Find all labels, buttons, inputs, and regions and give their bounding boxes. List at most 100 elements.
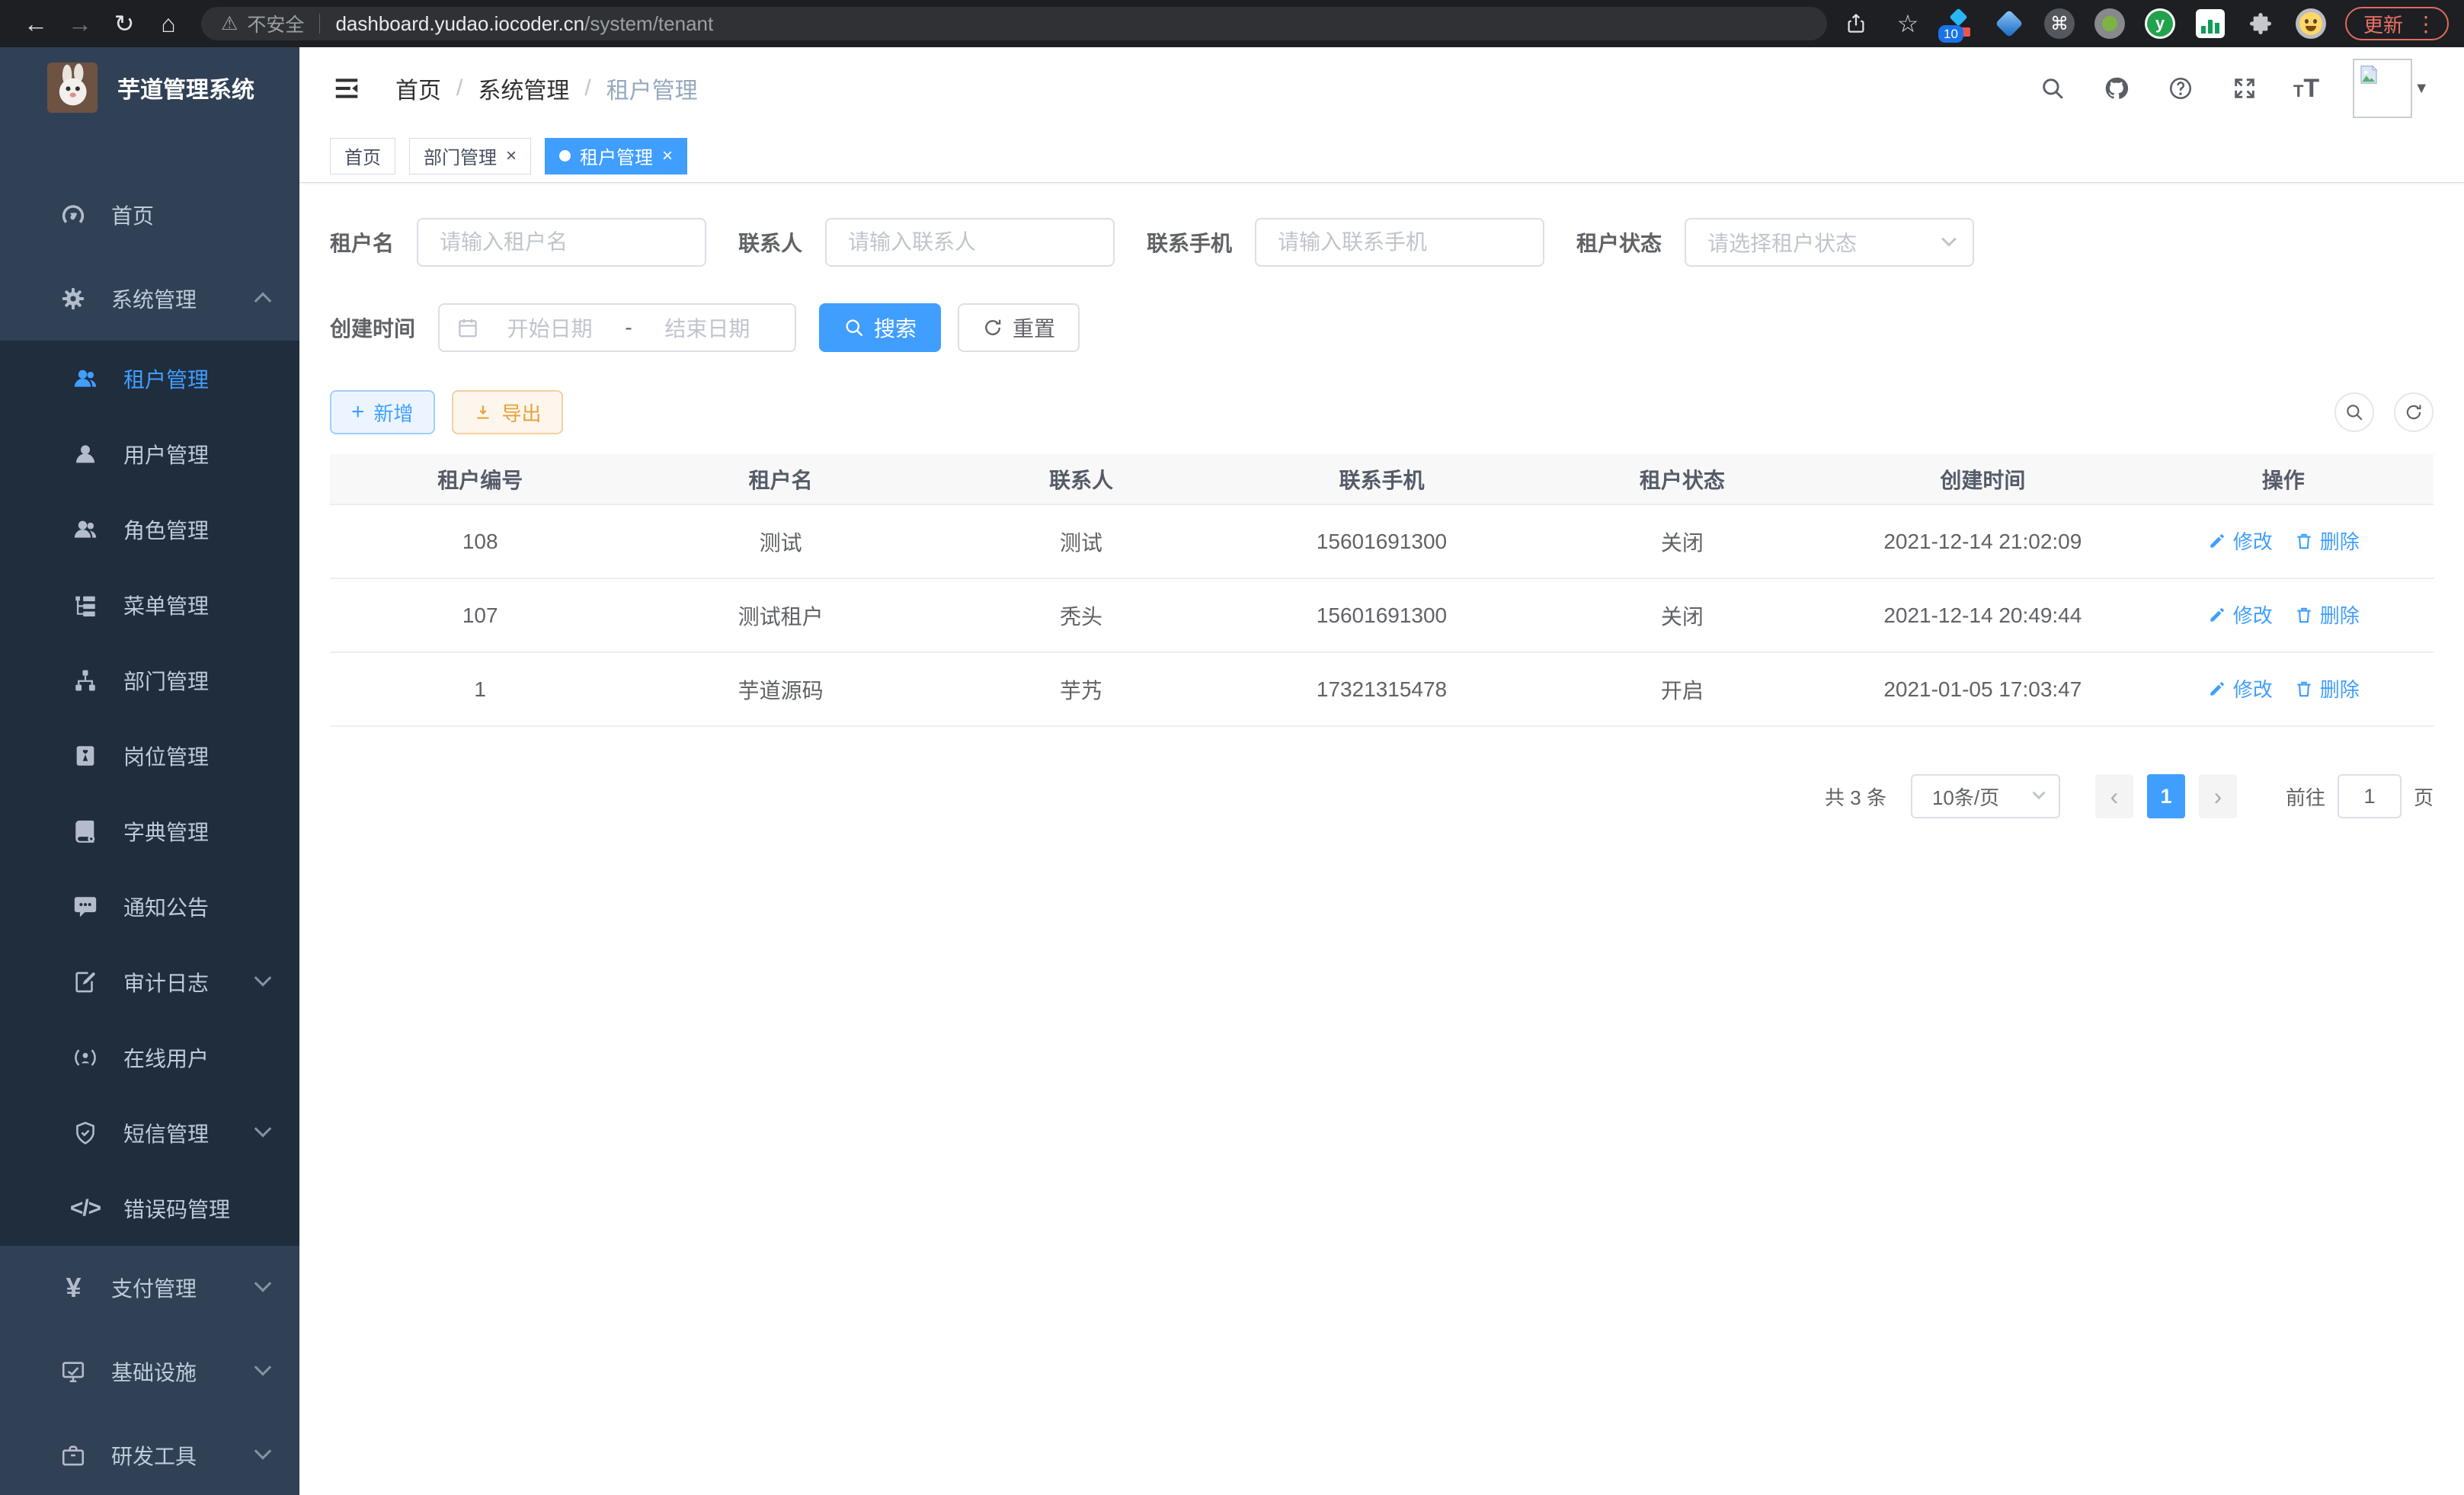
delete-link[interactable]: 删除 — [2294, 527, 2360, 555]
sidebar-item-error-code[interactable]: </> 错误码管理 — [0, 1170, 299, 1246]
action-row: + 新增 导出 — [330, 390, 2434, 434]
not-secure-warning-icon: ⚠ — [221, 12, 238, 35]
sidebar-item-infrastructure[interactable]: 基础设施 — [0, 1330, 299, 1413]
chevron-down-icon — [254, 1120, 272, 1138]
browser-back-button[interactable]: ← — [14, 7, 58, 40]
edit-link[interactable]: 修改 — [2207, 527, 2273, 555]
bookmark-star-icon[interactable]: ☆ — [1891, 7, 1925, 40]
sidebar-item-role[interactable]: 角色管理 — [0, 491, 299, 567]
sidebar-item-dept[interactable]: 部门管理 — [0, 642, 299, 718]
share-icon[interactable] — [1839, 7, 1873, 40]
create-time-range-picker[interactable]: 开始日期 - 结束日期 — [438, 303, 796, 352]
tab-home[interactable]: 首页 — [330, 138, 395, 174]
profile-avatar[interactable] — [2295, 8, 2327, 40]
cell-status: 关闭 — [1532, 504, 1832, 578]
sidebar-item-label: 用户管理 — [123, 439, 209, 469]
fullscreen-icon[interactable] — [2229, 73, 2260, 104]
extension-sheet-icon[interactable] — [2194, 8, 2226, 40]
next-page-button[interactable]: › — [2199, 774, 2237, 818]
add-button[interactable]: + 新增 — [330, 390, 435, 434]
navbar: 首页 / 系统管理 / 租户管理 — [299, 47, 2464, 130]
sidebar-item-user[interactable]: 用户管理 — [0, 416, 299, 491]
header-search-icon[interactable] — [2037, 73, 2068, 104]
sidebar-item-sms[interactable]: 短信管理 — [0, 1095, 299, 1170]
tenant-name-input[interactable] — [417, 218, 706, 267]
breadcrumb-separator: / — [456, 75, 462, 101]
cell-create-time: 2021-12-14 20:49:44 — [1832, 578, 2133, 652]
filter-create-time: 创建时间 开始日期 - 结束日期 — [330, 303, 796, 352]
export-button[interactable]: 导出 — [452, 390, 563, 434]
user-avatar[interactable] — [2353, 59, 2412, 118]
github-icon[interactable] — [2101, 73, 2132, 104]
breadcrumb-home[interactable]: 首页 — [395, 72, 441, 105]
address-bar[interactable]: ⚠ 不安全 dashboard.yudao.iocoder.cn/system/… — [201, 7, 1827, 40]
goto-label: 前往 — [2286, 783, 2325, 811]
filter-label: 联系手机 — [1147, 227, 1232, 258]
close-icon[interactable]: × — [662, 147, 673, 165]
reset-button[interactable]: 重置 — [958, 303, 1080, 352]
table-header-row: 租户编号 租户名 联系人 联系手机 租户状态 创建时间 操作 — [330, 454, 2434, 504]
update-button[interactable]: 更新 ⋮ — [2345, 7, 2449, 40]
font-size-icon[interactable]: TT — [2293, 74, 2319, 104]
cell-mobile: 17321315478 — [1231, 652, 1531, 726]
contact-input[interactable] — [825, 218, 1115, 267]
extension-gem-icon[interactable] — [1993, 8, 2025, 40]
sidebar-item-online-users[interactable]: 在线用户 — [0, 1020, 299, 1095]
extension-avatar-icon[interactable] — [2094, 8, 2126, 40]
breadcrumb-separator: / — [584, 75, 590, 101]
avatar-caret-down-icon[interactable]: ▼ — [2414, 80, 2429, 98]
tags-view: 首页 部门管理 × 租户管理 × — [299, 130, 2464, 183]
sidebar-item-payment[interactable]: ¥ 支付管理 — [0, 1246, 299, 1330]
filter-label: 租户状态 — [1576, 227, 1662, 258]
sidebar-item-label: 岗位管理 — [123, 741, 209, 771]
sidebar-item-post[interactable]: 岗位管理 — [0, 718, 299, 793]
extensions-puzzle-icon[interactable] — [2245, 8, 2277, 40]
status-select[interactable]: 请选择租户状态 — [1685, 218, 1974, 267]
page-size-select[interactable]: 10条/页 — [1911, 774, 2060, 818]
show-search-toggle-button[interactable] — [2334, 392, 2374, 432]
mobile-input[interactable] — [1255, 218, 1544, 267]
user-icon — [72, 440, 99, 468]
delete-link[interactable]: 删除 — [2294, 600, 2360, 629]
tab-dept[interactable]: 部门管理 × — [409, 138, 531, 174]
goto-page-input[interactable] — [2338, 774, 2402, 818]
sidebar-collapse-icon[interactable] — [330, 72, 363, 105]
search-button[interactable]: 搜索 — [819, 303, 941, 352]
browser-toolbar: ← → ↻ ⌂ ⚠ 不安全 dashboard.yudao.iocoder.cn… — [0, 0, 2464, 47]
edit-log-icon — [72, 968, 99, 996]
browser-forward-button[interactable]: → — [58, 7, 102, 40]
col-create-time: 创建时间 — [1832, 454, 2133, 504]
edit-link[interactable]: 修改 — [2207, 674, 2273, 703]
close-icon[interactable]: × — [506, 147, 517, 165]
browser-menu-kebab-icon[interactable]: ⋮ — [2415, 11, 2437, 37]
sidebar-item-label: 错误码管理 — [123, 1193, 230, 1224]
sidebar-menu: 首页 系统管理 租户管理 — [0, 173, 299, 1495]
main-area: 首页 / 系统管理 / 租户管理 — [299, 47, 2464, 1495]
status-select-placeholder: 请选择租户状态 — [1707, 227, 1857, 258]
refresh-table-button[interactable] — [2394, 392, 2434, 432]
extension-badge-icon[interactable]: 10 — [1943, 8, 1975, 40]
filter-mobile: 联系手机 — [1147, 218, 1544, 267]
chevron-down-icon — [1941, 232, 1957, 247]
sidebar-item-tenant[interactable]: 租户管理 — [0, 341, 299, 416]
active-dot — [559, 150, 571, 162]
sidebar-item-system[interactable]: 系统管理 — [0, 257, 299, 341]
prev-page-button[interactable]: ‹ — [2095, 774, 2133, 818]
sidebar-item-menu[interactable]: 菜单管理 — [0, 567, 299, 642]
extension-y-icon[interactable]: y — [2144, 8, 2176, 40]
sidebar-item-notice[interactable]: 通知公告 — [0, 869, 299, 944]
app-logo-row[interactable]: 芋道管理系统 — [0, 47, 299, 127]
sidebar-item-dict[interactable]: 字典管理 — [0, 793, 299, 869]
delete-link[interactable]: 删除 — [2294, 674, 2360, 703]
tab-tenant[interactable]: 租户管理 × — [545, 138, 687, 174]
cell-contact: 秃头 — [931, 578, 1231, 652]
browser-home-button[interactable]: ⌂ — [146, 7, 190, 40]
browser-reload-button[interactable]: ↻ — [102, 7, 146, 40]
sidebar-item-home[interactable]: 首页 — [0, 173, 299, 257]
sidebar-item-audit-log[interactable]: 审计日志 — [0, 944, 299, 1020]
extension-command-icon[interactable]: ⌘ — [2043, 8, 2075, 40]
page-number-1[interactable]: 1 — [2147, 774, 2185, 818]
edit-link[interactable]: 修改 — [2207, 600, 2273, 629]
sidebar-item-dev-tools[interactable]: 研发工具 — [0, 1413, 299, 1495]
help-icon[interactable] — [2165, 73, 2196, 104]
